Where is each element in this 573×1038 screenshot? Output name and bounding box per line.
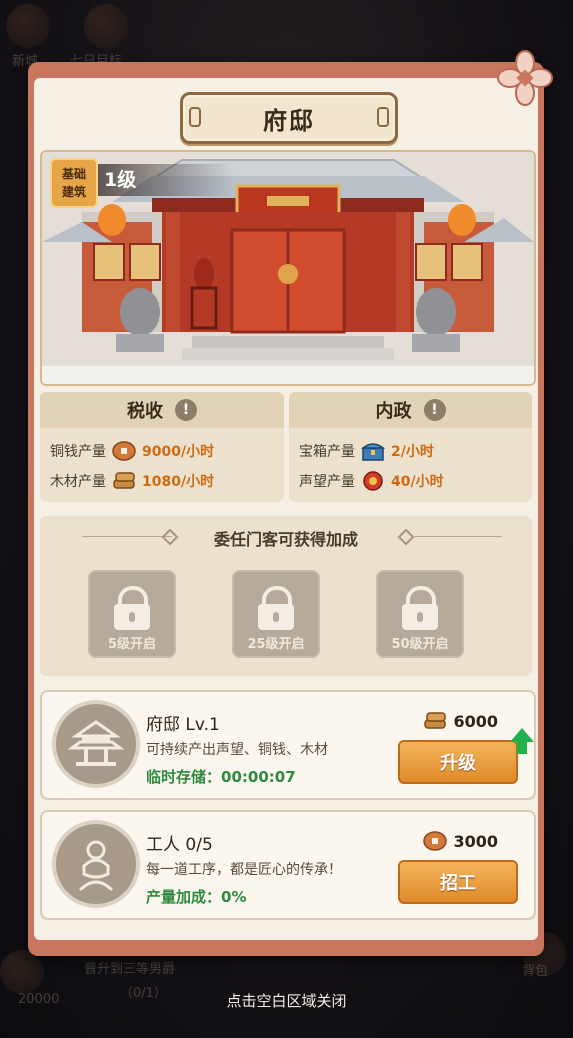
domestic-title: 内政: [375, 401, 412, 422]
worker-avatar: [56, 824, 136, 904]
recruit-button[interactable]: 招工: [398, 860, 518, 904]
lock-body: [114, 604, 150, 630]
slot-label: 25级开启: [247, 637, 305, 652]
stat-value: 9000/小时: [142, 444, 215, 460]
wood-icon: [113, 472, 135, 489]
wood-icon: [424, 712, 447, 729]
storage-time: 00:00:07: [221, 768, 296, 786]
worker-bonus: 产量加成：0%: [146, 886, 246, 907]
pavilion-icon: [67, 720, 125, 766]
tier-badge-line2: 建筑: [61, 185, 86, 199]
worker-silhouette-icon: [78, 840, 114, 892]
bonus-value: 0%: [221, 888, 247, 906]
prestige-icon: [363, 471, 383, 491]
copper-coin-icon: [112, 441, 136, 461]
lock-body: [402, 604, 438, 630]
stat-label: 铜钱产量: [50, 444, 106, 460]
upgrade-cost: 6000: [423, 710, 498, 732]
retainer-slot-3[interactable]: 50级开启: [376, 570, 464, 658]
domestic-info-icon[interactable]: !: [423, 399, 446, 421]
retainer-title: 委任门客可获得加成: [213, 530, 358, 549]
close-hint: 点击空白区域关闭: [226, 992, 347, 1010]
slot-label: 5级开启: [107, 637, 157, 652]
stat-label: 宝箱产量: [299, 444, 355, 460]
stat-value: 1080/小时: [142, 474, 215, 490]
domestic-box: 内政 ! 宝箱产量 2/小时 声望产量 40/小时: [289, 392, 532, 502]
upgrade-button[interactable]: 升级: [398, 740, 518, 784]
building-illustration: 1级 基础 建筑: [40, 150, 536, 386]
mansion-name: 府邸 Lv.1: [146, 715, 220, 735]
domestic-row-chest: 宝箱产量 2/小时: [299, 440, 434, 462]
upgrade-arrow-stem: [517, 742, 527, 754]
building-level: 1级: [90, 164, 234, 196]
worker-name: 工人 0/5: [146, 835, 213, 855]
treasure-chest-icon: [361, 443, 385, 461]
title-plate: 府邸: [180, 92, 398, 144]
upgrade-arrow-icon: [510, 728, 534, 742]
domestic-header: 内政 !: [289, 392, 532, 428]
storage-label: 临时存储：: [146, 768, 222, 786]
copper-coin-icon: [423, 831, 448, 851]
building-tier-badge: 基础 建筑: [50, 158, 98, 208]
page-title: 府邸: [263, 106, 315, 135]
tax-info-icon[interactable]: !: [175, 399, 197, 421]
worker-desc: 每一道工序，都是匠心的传承！: [146, 862, 342, 878]
tax-header: 税收 !: [40, 392, 284, 428]
close-flower-icon[interactable]: [497, 50, 553, 106]
lock-body: [258, 604, 294, 630]
retainer-slot-1[interactable]: 5级开启: [88, 570, 176, 658]
stat-label: 声望产量: [299, 474, 355, 490]
stat-value: 2/小时: [391, 444, 434, 460]
bonus-label: 产量加成：: [146, 888, 222, 906]
tax-title: 税收: [127, 401, 163, 422]
cost-value: 6000: [453, 711, 498, 731]
mansion-desc: 可持续产出声望、铜钱、木材: [146, 742, 328, 758]
divider-right: [412, 536, 502, 537]
tier-badge-line1: 基础: [61, 167, 86, 181]
stat-value: 40/小时: [391, 474, 444, 490]
mansion-storage: 临时存储：00:00:07: [146, 766, 296, 787]
recruit-cost: 3000: [423, 830, 498, 852]
tax-box: 税收 ! 铜钱产量 9000/小时 木材产量 1080/小时: [40, 392, 284, 502]
cost-value: 3000: [453, 831, 498, 851]
mansion-upgrade-card: 府邸 Lv.1 可持续产出声望、铜钱、木材 临时存储：00:00:07 6000…: [40, 690, 536, 800]
tax-row-wood: 木材产量 1080/小时: [50, 470, 214, 492]
tax-row-copper: 铜钱产量 9000/小时: [50, 440, 214, 462]
stat-label: 木材产量: [50, 474, 106, 490]
retainer-slot-2[interactable]: 25级开启: [232, 570, 320, 658]
domestic-row-prestige: 声望产量 40/小时: [299, 470, 444, 492]
slot-label: 50级开启: [391, 637, 449, 652]
mansion-avatar: [56, 704, 136, 784]
worker-recruit-card: 工人 0/5 每一道工序，都是匠心的传承！ 产量加成：0% 3000 招工: [40, 810, 536, 920]
